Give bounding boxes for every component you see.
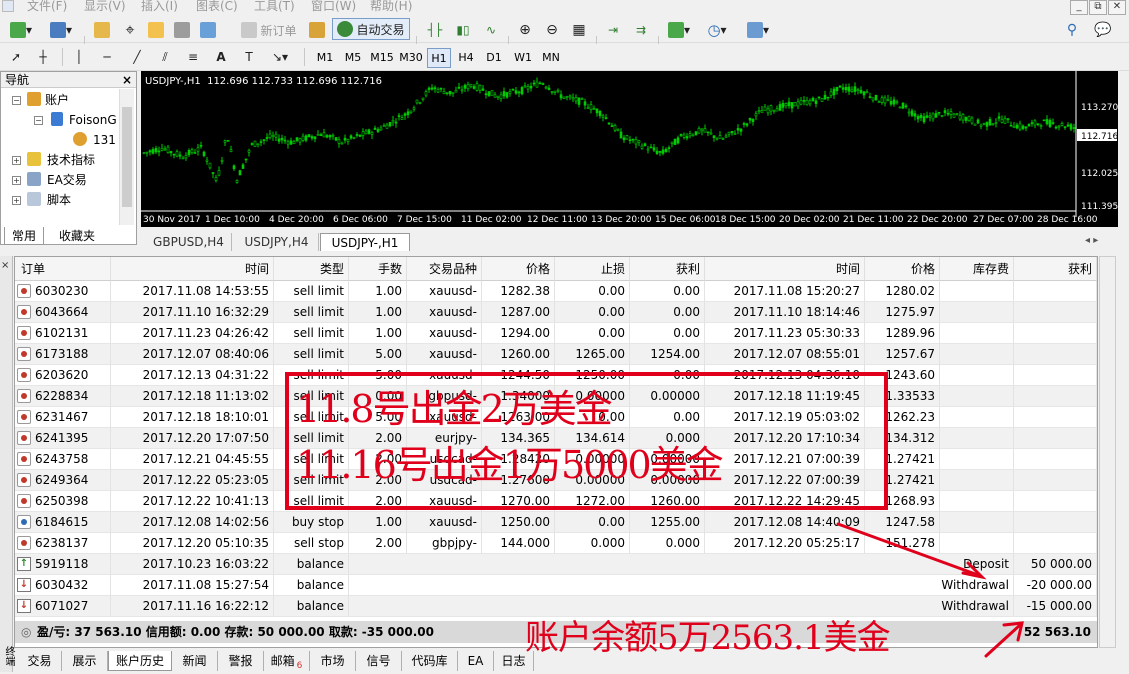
annotation-arrows	[836, 522, 1024, 658]
deposit-arrow	[836, 522, 980, 577]
balance-arrow	[984, 623, 1022, 658]
